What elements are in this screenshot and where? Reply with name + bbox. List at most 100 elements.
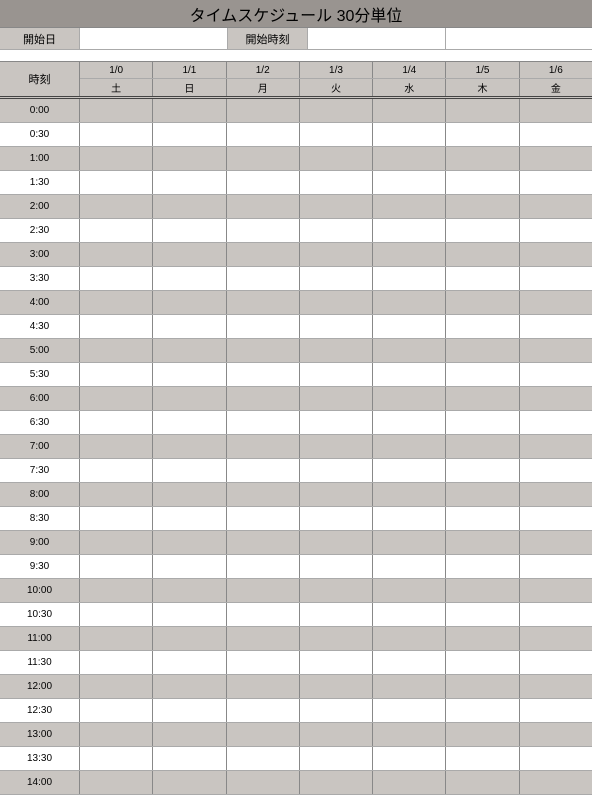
schedule-cell[interactable] bbox=[373, 123, 446, 146]
schedule-cell[interactable] bbox=[227, 531, 300, 554]
schedule-cell[interactable] bbox=[227, 363, 300, 386]
schedule-cell[interactable] bbox=[373, 723, 446, 746]
schedule-cell[interactable] bbox=[80, 699, 153, 722]
schedule-cell[interactable] bbox=[520, 555, 592, 578]
schedule-cell[interactable] bbox=[446, 195, 519, 218]
schedule-cell[interactable] bbox=[153, 723, 226, 746]
schedule-cell[interactable] bbox=[300, 459, 373, 482]
schedule-cell[interactable] bbox=[153, 243, 226, 266]
schedule-cell[interactable] bbox=[373, 147, 446, 170]
schedule-cell[interactable] bbox=[153, 435, 226, 458]
schedule-cell[interactable] bbox=[300, 291, 373, 314]
schedule-cell[interactable] bbox=[300, 363, 373, 386]
schedule-cell[interactable] bbox=[153, 699, 226, 722]
schedule-cell[interactable] bbox=[227, 555, 300, 578]
schedule-cell[interactable] bbox=[300, 195, 373, 218]
schedule-cell[interactable] bbox=[227, 603, 300, 626]
schedule-cell[interactable] bbox=[227, 723, 300, 746]
schedule-cell[interactable] bbox=[373, 699, 446, 722]
schedule-cell[interactable] bbox=[227, 483, 300, 506]
schedule-cell[interactable] bbox=[80, 339, 153, 362]
schedule-cell[interactable] bbox=[446, 699, 519, 722]
schedule-cell[interactable] bbox=[153, 339, 226, 362]
schedule-cell[interactable] bbox=[373, 531, 446, 554]
schedule-cell[interactable] bbox=[446, 291, 519, 314]
schedule-cell[interactable] bbox=[300, 771, 373, 794]
schedule-cell[interactable] bbox=[80, 123, 153, 146]
schedule-cell[interactable] bbox=[520, 531, 592, 554]
schedule-cell[interactable] bbox=[153, 651, 226, 674]
schedule-cell[interactable] bbox=[520, 147, 592, 170]
schedule-cell[interactable] bbox=[520, 603, 592, 626]
schedule-cell[interactable] bbox=[373, 507, 446, 530]
schedule-cell[interactable] bbox=[446, 387, 519, 410]
schedule-cell[interactable] bbox=[227, 147, 300, 170]
schedule-cell[interactable] bbox=[300, 147, 373, 170]
schedule-cell[interactable] bbox=[227, 579, 300, 602]
schedule-cell[interactable] bbox=[373, 243, 446, 266]
schedule-cell[interactable] bbox=[446, 483, 519, 506]
schedule-cell[interactable] bbox=[153, 99, 226, 122]
schedule-cell[interactable] bbox=[373, 339, 446, 362]
schedule-cell[interactable] bbox=[446, 435, 519, 458]
schedule-cell[interactable] bbox=[373, 627, 446, 650]
schedule-cell[interactable] bbox=[153, 627, 226, 650]
schedule-cell[interactable] bbox=[300, 651, 373, 674]
schedule-cell[interactable] bbox=[153, 603, 226, 626]
schedule-cell[interactable] bbox=[373, 579, 446, 602]
schedule-cell[interactable] bbox=[80, 483, 153, 506]
schedule-cell[interactable] bbox=[446, 243, 519, 266]
schedule-cell[interactable] bbox=[227, 771, 300, 794]
schedule-cell[interactable] bbox=[520, 771, 592, 794]
schedule-cell[interactable] bbox=[227, 123, 300, 146]
schedule-cell[interactable] bbox=[300, 507, 373, 530]
schedule-cell[interactable] bbox=[520, 627, 592, 650]
schedule-cell[interactable] bbox=[446, 219, 519, 242]
schedule-cell[interactable] bbox=[227, 291, 300, 314]
start-time-input[interactable] bbox=[308, 28, 446, 49]
schedule-cell[interactable] bbox=[520, 315, 592, 338]
schedule-cell[interactable] bbox=[300, 675, 373, 698]
schedule-cell[interactable] bbox=[153, 483, 226, 506]
schedule-cell[interactable] bbox=[300, 603, 373, 626]
schedule-cell[interactable] bbox=[373, 315, 446, 338]
schedule-cell[interactable] bbox=[520, 339, 592, 362]
schedule-cell[interactable] bbox=[446, 339, 519, 362]
schedule-cell[interactable] bbox=[80, 531, 153, 554]
schedule-cell[interactable] bbox=[446, 315, 519, 338]
schedule-cell[interactable] bbox=[446, 459, 519, 482]
schedule-cell[interactable] bbox=[300, 579, 373, 602]
schedule-cell[interactable] bbox=[446, 579, 519, 602]
schedule-cell[interactable] bbox=[227, 627, 300, 650]
schedule-cell[interactable] bbox=[300, 747, 373, 770]
schedule-cell[interactable] bbox=[520, 435, 592, 458]
schedule-cell[interactable] bbox=[153, 195, 226, 218]
schedule-cell[interactable] bbox=[80, 435, 153, 458]
schedule-cell[interactable] bbox=[80, 243, 153, 266]
schedule-cell[interactable] bbox=[80, 603, 153, 626]
schedule-cell[interactable] bbox=[373, 483, 446, 506]
schedule-cell[interactable] bbox=[300, 531, 373, 554]
schedule-cell[interactable] bbox=[520, 363, 592, 386]
schedule-cell[interactable] bbox=[300, 723, 373, 746]
schedule-cell[interactable] bbox=[520, 699, 592, 722]
schedule-cell[interactable] bbox=[520, 195, 592, 218]
schedule-cell[interactable] bbox=[446, 171, 519, 194]
schedule-cell[interactable] bbox=[373, 99, 446, 122]
schedule-cell[interactable] bbox=[300, 315, 373, 338]
schedule-cell[interactable] bbox=[227, 195, 300, 218]
schedule-cell[interactable] bbox=[446, 267, 519, 290]
schedule-cell[interactable] bbox=[80, 675, 153, 698]
schedule-cell[interactable] bbox=[373, 651, 446, 674]
schedule-cell[interactable] bbox=[153, 411, 226, 434]
schedule-cell[interactable] bbox=[446, 507, 519, 530]
schedule-cell[interactable] bbox=[153, 171, 226, 194]
schedule-cell[interactable] bbox=[520, 99, 592, 122]
schedule-cell[interactable] bbox=[227, 339, 300, 362]
schedule-cell[interactable] bbox=[520, 411, 592, 434]
schedule-cell[interactable] bbox=[373, 219, 446, 242]
schedule-cell[interactable] bbox=[300, 411, 373, 434]
schedule-cell[interactable] bbox=[520, 459, 592, 482]
schedule-cell[interactable] bbox=[373, 387, 446, 410]
schedule-cell[interactable] bbox=[153, 747, 226, 770]
